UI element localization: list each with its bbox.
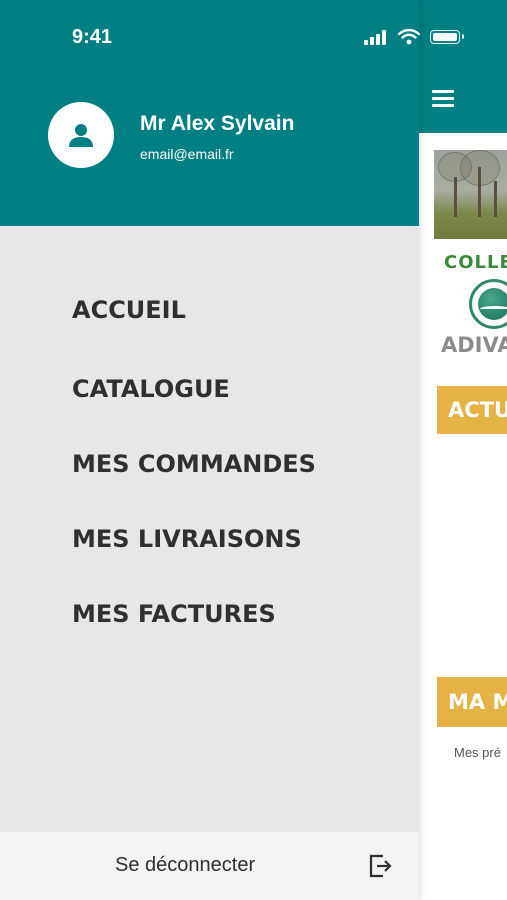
status-icons bbox=[364, 29, 474, 47]
hamburger-icon[interactable] bbox=[432, 88, 456, 110]
menu-item-catalogue[interactable]: CATALOGUE bbox=[72, 375, 230, 403]
adiva-logo-icon bbox=[469, 279, 507, 329]
wifi-icon bbox=[398, 29, 420, 45]
section-caption: Mes pré bbox=[454, 745, 501, 760]
menu-item-accueil[interactable]: ACCUEIL bbox=[72, 296, 186, 324]
landscape-photo bbox=[434, 150, 507, 239]
signal-icon bbox=[364, 29, 390, 45]
logout-button[interactable]: Se déconnecter bbox=[0, 832, 419, 900]
logout-label: Se déconnecter bbox=[115, 854, 256, 876]
navigation-drawer: 9:41 Mr Alex Sylvain email@email.fr ACCU… bbox=[0, 0, 419, 900]
menu-item-mes-factures[interactable]: MES FACTURES bbox=[72, 600, 276, 628]
logout-icon bbox=[369, 854, 392, 878]
avatar[interactable] bbox=[48, 102, 114, 168]
menu-item-mes-commandes[interactable]: MES COMMANDES bbox=[72, 450, 316, 478]
status-time: 9:41 bbox=[72, 26, 113, 48]
person-icon bbox=[69, 124, 93, 147]
user-email: email@email.fr bbox=[140, 146, 234, 162]
adiva-logo-text: ADIVA bbox=[441, 333, 507, 357]
ma-banner[interactable]: MA M bbox=[437, 677, 507, 727]
menu-item-mes-livraisons[interactable]: MES LIVRAISONS bbox=[72, 525, 302, 553]
collect-heading: COLLE bbox=[444, 252, 507, 273]
actu-banner[interactable]: ACTU bbox=[437, 386, 507, 434]
user-name: Mr Alex Sylvain bbox=[140, 112, 295, 135]
drawer-header: 9:41 Mr Alex Sylvain email@email.fr bbox=[0, 0, 419, 226]
battery-icon bbox=[430, 30, 464, 44]
